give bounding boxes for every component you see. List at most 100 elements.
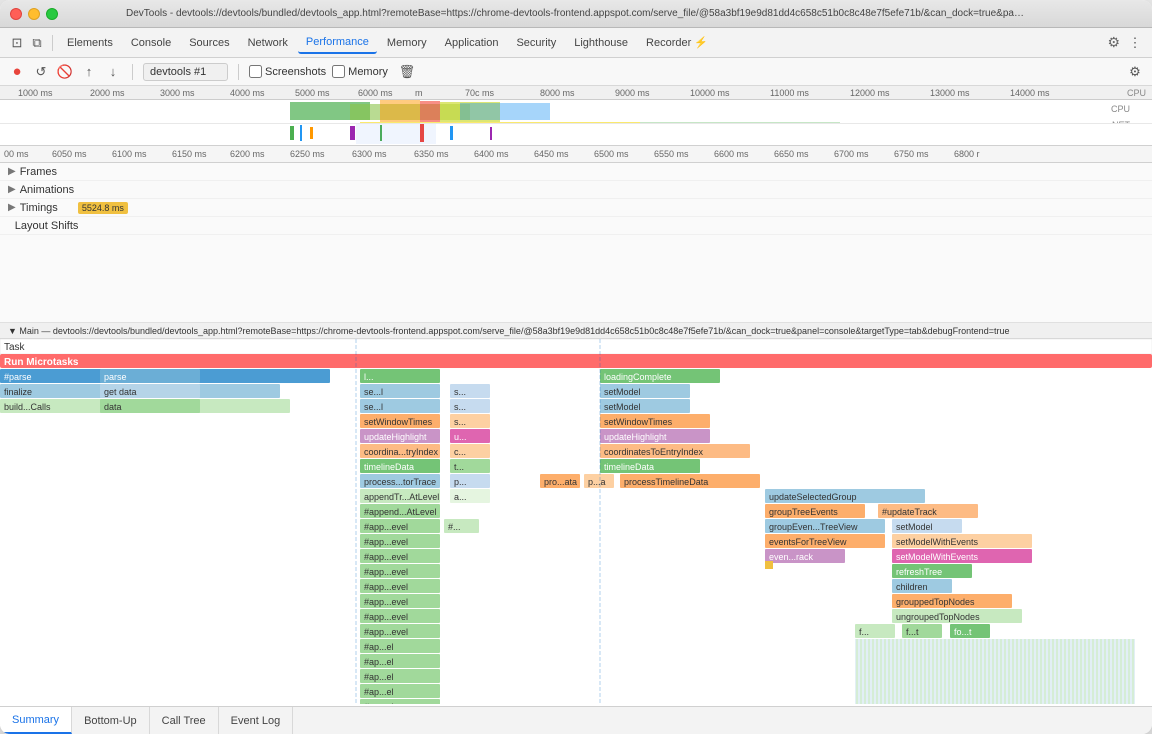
summary-label: Summary [12,714,59,726]
close-button[interactable] [10,8,22,20]
svg-text:#app...evel: #app...evel [364,567,408,577]
trash-icon[interactable]: 🗑 [398,63,416,81]
svg-text:#ap...el: #ap...el [364,657,394,667]
settings-icon[interactable]: ⚙ [1107,34,1120,51]
tab-network[interactable]: Network [240,33,296,53]
svg-text:f...t: f...t [906,627,919,637]
svg-text:appendTr...AtLevel: appendTr...AtLevel [364,492,439,502]
group-animations[interactable]: ▶ Animations [0,181,1152,199]
device-icon[interactable]: ⧉ [28,34,46,52]
tab-call-tree[interactable]: Call Tree [150,707,219,734]
tab-recorder[interactable]: Recorder ⚡ [638,32,716,53]
svg-text:#ap...el: #ap...el [364,642,394,652]
svg-text:coordinatesToEntryIndex: coordinatesToEntryIndex [604,447,704,457]
clear-button[interactable]: 🚫 [56,63,74,81]
svg-text:coordina...tryIndex: coordina...tryIndex [364,447,439,457]
svg-text:#app...evel: #app...evel [364,612,408,622]
group-frames[interactable]: ▶ Frames [0,163,1152,181]
tab-console[interactable]: Console [123,33,179,53]
svg-text:a...: a... [454,492,467,502]
svg-text:#app...evel: #app...evel [364,597,408,607]
refresh-button[interactable]: ↺ [32,63,50,81]
overview-timeline: 1000 ms 2000 ms 3000 ms 4000 ms 5000 ms … [0,86,1152,146]
svg-text:updateSelectedGroup: updateSelectedGroup [769,492,857,502]
screenshots-checkbox-label: Screenshots [249,65,326,78]
maximize-button[interactable] [46,8,58,20]
tab-event-log[interactable]: Event Log [219,707,294,734]
expand-frames-icon: ▶ [8,166,16,177]
memory-checkbox[interactable] [332,65,345,78]
tab-memory[interactable]: Memory [379,33,435,53]
svg-text:grouppedTopNodes: grouppedTopNodes [896,597,975,607]
svg-text:updateHighlight: updateHighlight [364,432,427,442]
svg-text:f...: f... [859,627,869,637]
svg-text:Run Microtasks: Run Microtasks [4,357,79,368]
svg-text:parse: parse [104,372,127,382]
svg-text:#app...evel: #app...evel [364,582,408,592]
flamechart-svg: Task Run Microtasks #parse parse l... lo… [0,339,1152,704]
cpu-chart: CPU NET [0,100,1152,123]
separator2 [132,64,133,80]
svg-text:finalize: finalize [4,387,32,397]
devtools-window: DevTools - devtools://devtools/bundled/d… [0,0,1152,734]
layout-shifts-label: Layout Shifts [15,220,79,232]
flamechart-groups: ▶ Frames ▶ Animations ▶ Timings 5524.8 m… [0,163,1152,323]
svg-text:#ap...el: #ap...el [364,702,394,704]
svg-text:processTimelineData: processTimelineData [624,477,708,487]
inspect-icon[interactable]: ⊡ [8,34,26,52]
cpu-label: CPU [1127,88,1146,98]
svg-text:#app...evel: #app...evel [364,627,408,637]
more-icon[interactable]: ⋮ [1126,34,1144,52]
svg-text:l...: l... [364,372,374,382]
tab-application[interactable]: Application [437,33,507,53]
svg-text:setModelWithEvents: setModelWithEvents [896,537,979,547]
upload-button[interactable]: ↑ [80,63,98,81]
svg-text:Task: Task [4,342,26,353]
group-layout-shifts[interactable]: Layout Shifts [0,217,1152,235]
svg-text:#parse: #parse [4,372,32,382]
svg-text:#append...AtLevel: #append...AtLevel [364,507,437,517]
memory-checkbox-label: Memory [332,65,388,78]
net-chart [0,124,1152,144]
call-tree-label: Call Tree [162,715,206,727]
flame-canvas[interactable]: Task Run Microtasks #parse parse l... lo… [0,339,1152,704]
timings-label: Timings [20,202,58,214]
svg-text:updateHighlight: updateHighlight [604,432,667,442]
tab-lighthouse[interactable]: Lighthouse [566,33,636,53]
svg-text:#ap...el: #ap...el [364,687,394,697]
main-header: ▼ Main — devtools://devtools/bundled/dev… [0,323,1152,339]
svg-text:#app...evel: #app...evel [364,552,408,562]
main-time-ruler: 00 ms 6050 ms 6100 ms 6150 ms 6200 ms 62… [0,146,1152,163]
tab-performance[interactable]: Performance [298,32,377,54]
svg-text:pro...ata: pro...ata [544,477,577,487]
record-button[interactable]: ● [8,63,26,81]
svg-text:se...l: se...l [364,387,383,397]
svg-text:setModelWithEvents: setModelWithEvents [896,552,979,562]
tab-bottom-up[interactable]: Bottom-Up [72,707,150,734]
svg-text:setModel: setModel [604,402,641,412]
download-button[interactable]: ↓ [104,63,122,81]
window-title: DevTools - devtools://devtools/bundled/d… [126,8,1026,19]
svg-text:setModel: setModel [604,387,641,397]
svg-text:p...a: p...a [588,477,606,487]
minimize-button[interactable] [28,8,40,20]
svg-text:setWindowTimes: setWindowTimes [364,417,433,427]
panel-toolbar: ⊡ ⧉ Elements Console Sources Network Per… [0,28,1152,58]
tab-summary[interactable]: Summary [0,707,72,734]
svg-text:loadingComplete: loadingComplete [604,372,672,382]
svg-text:setModel: setModel [896,522,933,532]
tab-elements[interactable]: Elements [59,33,121,53]
settings-perf-icon[interactable]: ⚙ [1126,63,1144,81]
titlebar: DevTools - devtools://devtools/bundled/d… [0,0,1152,28]
device-selector[interactable]: devtools #1 [143,63,228,81]
svg-text:p...: p... [454,477,467,487]
status-bar: Summary Bottom-Up Call Tree Event Log [0,706,1152,734]
svg-text:groupEven...TreeView: groupEven...TreeView [769,522,858,532]
svg-text:s...: s... [454,387,466,397]
tab-sources[interactable]: Sources [181,33,237,53]
group-timings[interactable]: ▶ Timings 5524.8 ms [0,199,1152,217]
svg-text:refreshTree: refreshTree [896,567,942,577]
tab-security[interactable]: Security [508,33,564,53]
screenshots-checkbox[interactable] [249,65,262,78]
svg-text:u...: u... [454,432,467,442]
